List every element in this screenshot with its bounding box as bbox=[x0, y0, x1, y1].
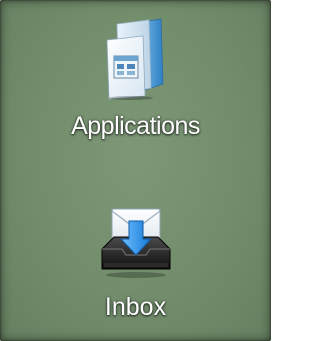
desktop-icon-applications[interactable]: Applications bbox=[0, 0, 271, 150]
inbox-tray-icon bbox=[101, 208, 170, 278]
desktop-icon-label-inbox: Inbox bbox=[104, 293, 167, 321]
desktop-panel: Applications Inbox bbox=[0, 0, 271, 341]
applications-folder-icon bbox=[106, 18, 163, 100]
desktop-icon-label-applications: Applications bbox=[71, 112, 200, 140]
desktop-icon-inbox[interactable]: Inbox bbox=[0, 190, 271, 340]
